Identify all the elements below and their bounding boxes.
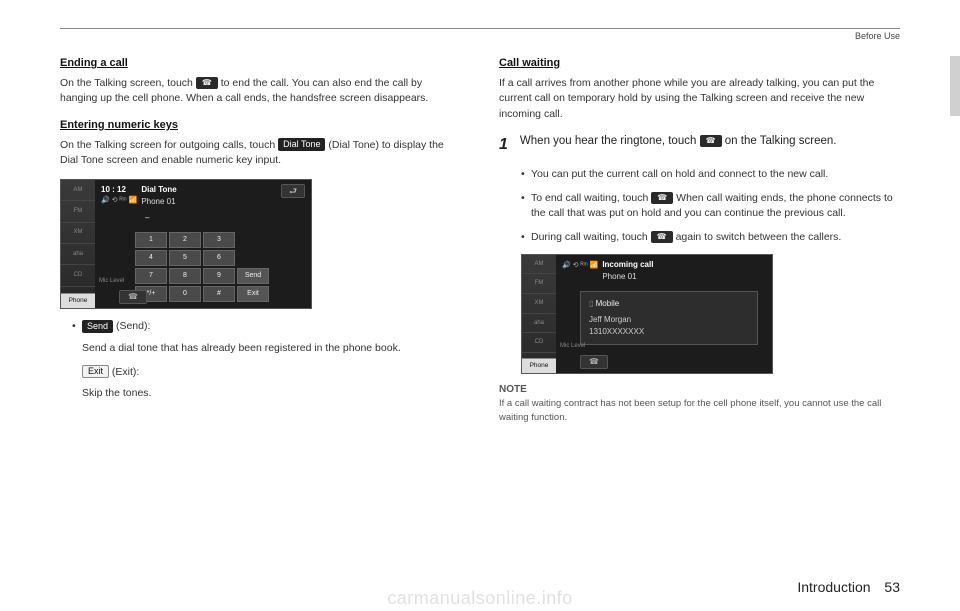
sidebar-am: AM bbox=[522, 255, 556, 275]
key-exit: Exit bbox=[237, 286, 269, 302]
send-desc: Send a dial tone that has already been r… bbox=[82, 341, 461, 357]
sidebar-cd: CD bbox=[522, 333, 556, 353]
watermark: carmanualsonline.info bbox=[387, 588, 573, 609]
back-icon: ⮐ bbox=[281, 184, 305, 198]
phone-icon bbox=[700, 135, 722, 147]
text: on the Talking screen. bbox=[725, 135, 837, 147]
para-numeric-keys: On the Talking screen for outgoing calls… bbox=[60, 138, 461, 170]
para-ending-call: On the Talking screen, touch to end the … bbox=[60, 76, 461, 108]
sidebar-fm: FM bbox=[61, 201, 95, 222]
step-number: 1 bbox=[499, 133, 517, 157]
heading-ending-call: Ending a call bbox=[60, 55, 461, 72]
phone-icon bbox=[651, 231, 673, 243]
footer: Introduction 53 bbox=[797, 579, 900, 595]
note-heading: NOTE bbox=[499, 382, 900, 397]
key-5: 5 bbox=[169, 250, 201, 266]
sidebar-xm: XM bbox=[61, 223, 95, 244]
exit-button: Exit bbox=[82, 365, 109, 378]
list-item: To end call waiting, touch When call wai… bbox=[521, 191, 900, 223]
right-column: Call waiting If a call arrives from anot… bbox=[499, 53, 900, 424]
list-item: During call waiting, touch again to swit… bbox=[521, 230, 900, 246]
incoming-info: Mobile Jeff Morgan 1310XXXXXXX bbox=[580, 291, 758, 345]
ss-subtitle: Phone 01 bbox=[602, 271, 653, 283]
caller-number: 1310XXXXXXX bbox=[589, 326, 749, 338]
phone-tab: Phone bbox=[61, 293, 95, 308]
ss-title: Dial Tone bbox=[141, 184, 176, 196]
ss-sidebar: AM FM XM aha CD bbox=[522, 255, 556, 373]
sidebar-cd: CD bbox=[61, 265, 95, 286]
key-8: 8 bbox=[169, 268, 201, 284]
status-icons: 🔊 ⟲ ᴿᵐ 📶 bbox=[562, 259, 598, 272]
hangup-icon: ☎ bbox=[580, 355, 608, 369]
step-text: When you hear the ringtone, touch on the… bbox=[520, 133, 899, 150]
text: When you hear the ringtone, touch bbox=[520, 135, 700, 147]
hangup-icon: ☎ bbox=[119, 290, 147, 304]
phone-tab: Phone bbox=[522, 358, 556, 373]
key-1: 1 bbox=[135, 232, 167, 248]
hangup-icon bbox=[651, 192, 673, 204]
sidebar-aha: aha bbox=[61, 244, 95, 265]
text: To end call waiting, touch bbox=[531, 192, 651, 204]
ss-time: 10 : 12 bbox=[101, 184, 137, 196]
key-0: 0 bbox=[169, 286, 201, 302]
exit-desc: Skip the tones. bbox=[82, 386, 461, 402]
heading-numeric-keys: Entering numeric keys bbox=[60, 117, 461, 134]
incoming-call-screenshot: AM FM XM aha CD 🔊 ⟲ ᴿᵐ 📶 Incoming call P… bbox=[521, 254, 773, 374]
key-9: 9 bbox=[203, 268, 235, 284]
key-4: 4 bbox=[135, 250, 167, 266]
side-tab bbox=[950, 56, 960, 116]
left-column: Ending a call On the Talking screen, tou… bbox=[60, 53, 461, 424]
heading-call-waiting: Call waiting bbox=[499, 55, 900, 72]
mobile-label: Mobile bbox=[589, 298, 749, 310]
button-desc-list: Send (Send): bbox=[72, 319, 461, 335]
text: again to switch between the callers. bbox=[676, 231, 842, 243]
para-call-waiting: If a call arrives from another phone whi… bbox=[499, 76, 900, 123]
key-7: 7 bbox=[135, 268, 167, 284]
text: On the Talking screen, touch bbox=[60, 77, 196, 89]
send-button: Send bbox=[82, 320, 113, 333]
sidebar-am: AM bbox=[61, 180, 95, 201]
note-body: If a call waiting contract has not been … bbox=[499, 397, 900, 425]
mic-level: Mic Level bbox=[556, 340, 589, 353]
step-bullets: You can put the current call on hold and… bbox=[521, 167, 900, 246]
key-2: 2 bbox=[169, 232, 201, 248]
key-6: 6 bbox=[203, 250, 235, 266]
step-1: 1 When you hear the ringtone, touch on t… bbox=[499, 133, 900, 157]
list-item: Send (Send): bbox=[72, 319, 461, 335]
key-send: Send bbox=[237, 268, 269, 284]
footer-page: 53 bbox=[884, 579, 900, 595]
footer-chapter: Introduction bbox=[797, 579, 870, 595]
text: (Send): bbox=[113, 320, 150, 332]
header-section: Before Use bbox=[60, 31, 900, 41]
key-hash: # bbox=[203, 286, 235, 302]
list-item: You can put the current call on hold and… bbox=[521, 167, 900, 183]
caller-name: Jeff Morgan bbox=[589, 314, 749, 326]
text: During call waiting, touch bbox=[531, 231, 651, 243]
keypad: 1 2 3 4 5 6 7 8 9 Send */+ 0 # bbox=[135, 232, 305, 302]
text: On the Talking screen for outgoing calls… bbox=[60, 139, 278, 151]
ss-title: Incoming call bbox=[602, 259, 653, 271]
ss-subtitle: Phone 01 bbox=[141, 196, 176, 208]
ss-sidebar: AM FM XM aha CD bbox=[61, 180, 95, 308]
text: (Exit): bbox=[109, 366, 139, 378]
status-icons: 🔊 ⟲ ᴿᵐ 📶 bbox=[101, 196, 137, 207]
sidebar-aha: aha bbox=[522, 314, 556, 334]
dial-tone-button: Dial Tone bbox=[278, 138, 325, 151]
sidebar-fm: FM bbox=[522, 274, 556, 294]
mic-level: Mic Level bbox=[95, 275, 128, 288]
sidebar-xm: XM bbox=[522, 294, 556, 314]
dial-tone-screenshot: AM FM XM aha CD 10 : 12 🔊 ⟲ ᴿᵐ 📶 Dial bbox=[60, 179, 312, 309]
hangup-icon bbox=[196, 77, 218, 89]
key-3: 3 bbox=[203, 232, 235, 248]
